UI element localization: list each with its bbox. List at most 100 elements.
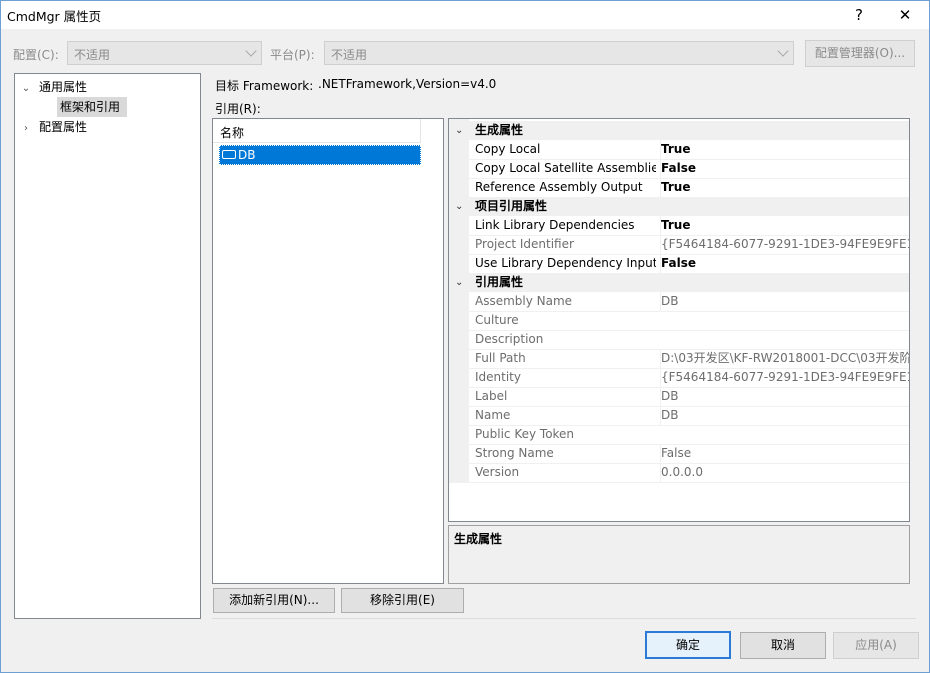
property-name: Link Library Dependencies	[475, 218, 635, 232]
property-row[interactable]: Use Library Dependency Inputs False	[449, 254, 909, 274]
property-value: DB	[660, 406, 909, 425]
property-row[interactable]: Label DB	[449, 387, 909, 407]
config-manager-button-label: 配置管理器(O)...	[814, 46, 906, 60]
platform-select[interactable]: 不适用	[324, 41, 794, 65]
property-row[interactable]: Project Identifier {F5464184-6077-9291-1…	[449, 235, 909, 255]
property-name: Name	[475, 408, 511, 422]
references-label: 引用(R):	[215, 102, 261, 116]
tree-item-label: 配置属性	[39, 120, 88, 134]
column-header-name[interactable]: 名称	[213, 119, 421, 143]
property-name: Use Library Dependency Inputs	[475, 256, 656, 270]
property-value: DB	[660, 292, 909, 311]
apply-button-label: 应用(A)	[855, 638, 897, 652]
property-name: Label	[475, 389, 508, 403]
property-name: Reference Assembly Output	[475, 180, 643, 194]
property-name: Strong Name	[475, 446, 554, 460]
property-value: False	[660, 444, 909, 463]
category-build-properties[interactable]: ⌄ 生成属性	[449, 121, 909, 140]
description-title: 生成属性	[454, 532, 503, 546]
chevron-down-icon	[777, 45, 789, 57]
cancel-button-label: 取消	[770, 638, 795, 652]
property-name: Project Identifier	[475, 237, 574, 251]
category-tree: ⌄ 通用属性 框架和引用 › 配置属性	[14, 73, 201, 619]
property-row[interactable]: Full Path D:\03开发区\KF-RW2018001-DCC\03开发…	[449, 349, 909, 369]
property-grid: ⌄ 生成属性 Copy Local True Copy Local Satell…	[448, 118, 910, 522]
property-row[interactable]: Identity {F5464184-6077-9291-1DE3-94FE9E…	[449, 368, 909, 388]
window-title: CmdMgr 属性页	[7, 9, 102, 24]
property-value[interactable]: False	[660, 159, 909, 178]
apply-button[interactable]: 应用(A)	[833, 632, 919, 659]
title-bar: CmdMgr 属性页 ? ✕	[1, 1, 929, 29]
property-description-pane: 生成属性	[448, 525, 910, 584]
tree-item-common-properties[interactable]: ⌄ 通用属性	[19, 77, 197, 97]
divider	[212, 618, 916, 619]
property-name: Identity	[475, 370, 521, 384]
category-label: 项目引用属性	[475, 199, 548, 213]
reference-list: 名称 DB	[212, 118, 444, 584]
category-project-reference-properties[interactable]: ⌄ 项目引用属性	[449, 197, 909, 216]
property-value: 0.0.0.0	[660, 463, 909, 482]
category-label: 生成属性	[475, 123, 524, 137]
list-item[interactable]: DB	[219, 145, 421, 165]
chevron-down-icon[interactable]: ⌄	[455, 197, 463, 216]
property-row[interactable]: Public Key Token	[449, 425, 909, 445]
property-name: Copy Local Satellite Assemblies	[475, 161, 656, 175]
reference-name: DB	[238, 148, 256, 162]
add-reference-button[interactable]: 添加新引用(N)...	[213, 588, 335, 613]
property-value: {F5464184-6077-9291-1DE3-94FE9E9FE1FF}	[660, 235, 909, 254]
tree-item-configuration-properties[interactable]: › 配置属性	[19, 117, 197, 137]
ok-button[interactable]: 确定	[645, 631, 731, 659]
category-reference-properties[interactable]: ⌄ 引用属性	[449, 273, 909, 292]
property-value: {F5464184-6077-9291-1DE3-94FE9E9FE1FF}	[660, 368, 909, 387]
tree-item-label: 通用属性	[39, 80, 88, 94]
config-select-value: 不适用	[74, 48, 111, 62]
chevron-right-icon[interactable]: ›	[19, 119, 33, 139]
property-row[interactable]: Name DB	[449, 406, 909, 426]
property-row[interactable]: Link Library Dependencies True	[449, 216, 909, 236]
property-name: Copy Local	[475, 142, 541, 156]
property-name: Version	[475, 465, 520, 479]
property-row[interactable]: Description	[449, 330, 909, 350]
property-row[interactable]: Copy Local True	[449, 140, 909, 160]
framework-label: 目标 Framework:	[215, 79, 314, 93]
property-value[interactable]: False	[660, 254, 909, 273]
reference-icon	[222, 150, 236, 159]
chevron-down-icon[interactable]: ⌄	[19, 79, 33, 99]
close-button[interactable]: ✕	[883, 1, 927, 29]
tree-item-framework-references[interactable]: 框架和引用	[57, 97, 127, 117]
tree-item-label: 框架和引用	[60, 100, 121, 114]
cancel-button[interactable]: 取消	[740, 632, 826, 659]
property-row[interactable]: Version 0.0.0.0	[449, 463, 909, 483]
config-select[interactable]: 不适用	[67, 41, 262, 65]
property-name: Culture	[475, 313, 519, 327]
config-label: 配置(C):	[13, 48, 59, 62]
property-value[interactable]: True	[660, 140, 909, 159]
add-reference-button-label: 添加新引用(N)...	[229, 593, 319, 607]
property-row[interactable]: Copy Local Satellite Assemblies False	[449, 159, 909, 179]
property-row[interactable]: Culture	[449, 311, 909, 331]
column-header-label: 名称	[220, 126, 245, 140]
platform-select-value: 不适用	[331, 48, 368, 62]
property-row[interactable]: Reference Assembly Output True	[449, 178, 909, 198]
property-value: D:\03开发区\KF-RW2018001-DCC\03开发阶段	[660, 349, 909, 368]
ok-button-label: 确定	[675, 638, 700, 652]
platform-label: 平台(P):	[270, 48, 315, 62]
property-row[interactable]: Assembly Name DB	[449, 292, 909, 312]
property-name: Public Key Token	[475, 427, 575, 441]
property-name: Full Path	[475, 351, 526, 365]
chevron-down-icon[interactable]: ⌄	[455, 121, 463, 140]
property-row[interactable]: Strong Name False	[449, 444, 909, 464]
category-label: 引用属性	[475, 275, 524, 289]
help-button[interactable]: ?	[837, 1, 881, 29]
remove-reference-button-label: 移除引用(E)	[370, 593, 435, 607]
property-value[interactable]: True	[660, 216, 909, 235]
property-name: Assembly Name	[475, 294, 573, 308]
chevron-down-icon[interactable]: ⌄	[455, 273, 463, 292]
property-value: DB	[660, 387, 909, 406]
chevron-down-icon	[245, 45, 257, 57]
property-name: Description	[475, 332, 544, 346]
framework-value: .NETFramework,Version=v4.0	[318, 77, 497, 91]
property-value[interactable]: True	[660, 178, 909, 197]
config-manager-button[interactable]: 配置管理器(O)...	[805, 40, 915, 67]
remove-reference-button[interactable]: 移除引用(E)	[341, 588, 464, 613]
